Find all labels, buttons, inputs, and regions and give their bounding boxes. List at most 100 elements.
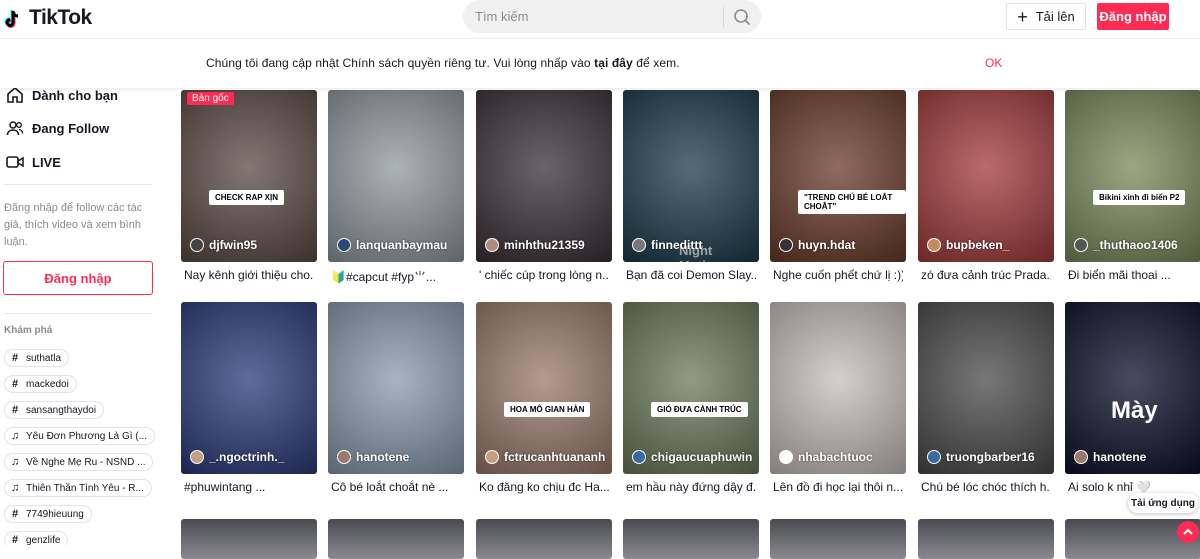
video-caption[interactable]: Cô bé loắt choắt nè ... (331, 480, 461, 494)
video-card[interactable]: GIÓ ĐƯA CÀNH TRÚC chigaucuaphuwin em hầu n… (623, 302, 759, 502)
video-author[interactable]: minhthu21359 (485, 238, 585, 252)
video-thumbnail[interactable]: nhabachtuoc (770, 302, 906, 474)
explore-tag[interactable]: #7749hieuung (4, 505, 92, 523)
video-caption[interactable]: Ai solo k nhỉ 🤍 (1068, 480, 1198, 494)
video-caption[interactable]: 🔰#capcut #fyp⺌... (331, 268, 461, 285)
video-caption[interactable]: ' chiếc cúp trong lòng n... (479, 268, 609, 282)
privacy-link[interactable]: tại đây (594, 56, 633, 70)
video-card[interactable]: lanquanbaymau 🔰#capcut #fyp⺌... (328, 90, 464, 290)
video-thumbnail[interactable] (476, 519, 612, 559)
video-thumbnail[interactable]: GIÓ ĐƯA CÀNH TRÚC chigaucuaphuwin (623, 302, 759, 474)
hashtag-icon: # (11, 378, 19, 390)
author-username: finnedittt (651, 238, 703, 252)
sidebar-divider (4, 184, 152, 185)
video-author[interactable]: truongbarber16 (927, 450, 1035, 464)
video-thumbnail[interactable]: Night Motionfinnedittt (623, 90, 759, 262)
video-thumbnail[interactable]: hanotene (328, 302, 464, 474)
avatar (632, 450, 646, 464)
upload-label: Tải lên (1035, 9, 1075, 24)
video-caption[interactable]: Bạn đã coi Demon Slay... (626, 268, 756, 282)
sidebar-item-live[interactable]: LIVE (6, 153, 61, 171)
video-overlay-text: HOA MÔ GIAN HÀN (504, 402, 591, 417)
explore-tag[interactable]: ♫ Thiên Thần Tình Yêu - R... (4, 479, 152, 497)
login-button[interactable]: Đăng nhập (1097, 3, 1169, 30)
video-card[interactable]: bupbeken_ zó đưa cảnh trúc Prada... (918, 90, 1054, 290)
video-thumbnail[interactable]: minhthu21359 (476, 90, 612, 262)
scroll-top-button[interactable] (1177, 521, 1199, 543)
video-caption[interactable]: Lên đồ đi học lại thôi n... (773, 480, 903, 494)
search-input[interactable] (463, 0, 718, 33)
video-author[interactable]: huyn.hdat (779, 238, 855, 252)
video-thumbnail[interactable] (770, 519, 906, 559)
video-card[interactable]: Night Motionfinnedittt Bạn đã coi Demon S… (623, 90, 759, 290)
video-caption[interactable]: Đi biển mãi thoai ... (1068, 268, 1198, 282)
music-note-icon: ♫ (11, 430, 20, 442)
author-username: nhabachtuoc (798, 450, 873, 464)
video-card[interactable]: "TREND CHÚ BÉ LOẮT CHOẮT" huyn.hdat Nghe c… (770, 90, 906, 290)
get-app-button[interactable]: Tải ứng dụng (1128, 493, 1198, 513)
video-card[interactable]: Bản gốc CHECK RAP XỊN djfwin95 Nay kênh giớ… (181, 90, 317, 290)
video-author[interactable]: hanotene (337, 450, 409, 464)
video-author[interactable]: chigaucuaphuwin (632, 450, 752, 464)
search-button[interactable] (731, 6, 753, 28)
explore-tag[interactable]: # sansangthaydoi (4, 401, 105, 419)
video-thumbnail[interactable]: truongbarber16 (918, 302, 1054, 474)
video-thumbnail[interactable]: Mày hanotene (1065, 302, 1200, 474)
banner-ok-button[interactable]: OK (985, 56, 1002, 70)
video-caption[interactable]: #phuwintang ... (184, 480, 314, 494)
video-overlay-text: GIÓ ĐƯA CÀNH TRÚC (651, 402, 748, 417)
video-card[interactable]: Bikini xinh đi biển P2 _thuthaoo1406 Đi bi… (1065, 90, 1200, 290)
explore-tag[interactable]: # genzlife (4, 531, 69, 545)
video-card[interactable]: Mày hanotene Ai solo k nhỉ 🤍 (1065, 302, 1200, 502)
explore-tag[interactable]: ♫ Về Nghe Mẹ Ru - NSND ... (4, 453, 154, 471)
video-thumbnail[interactable] (918, 519, 1054, 559)
video-author[interactable]: hanotene (1074, 450, 1146, 464)
video-author[interactable]: nhabachtuoc (779, 450, 873, 464)
video-author[interactable]: _thuthaoo1406 (1074, 238, 1178, 252)
video-thumbnail[interactable]: lanquanbaymau (328, 90, 464, 262)
upload-button[interactable]: + Tải lên (1006, 3, 1086, 30)
video-card[interactable]: minhthu21359 ' chiếc cúp trong lòng n... (476, 90, 612, 290)
video-thumbnail[interactable]: Bikini xinh đi biển P2 _thuthaoo1406 (1065, 90, 1200, 262)
video-card[interactable]: truongbarber16 Chú bé lóc chóc thích h... (918, 302, 1054, 502)
video-caption[interactable]: zó đưa cảnh trúc Prada... (921, 268, 1051, 282)
video-card[interactable]: nhabachtuoc Lên đồ đi học lại thôi n... (770, 302, 906, 502)
video-thumbnail[interactable]: "TREND CHÚ BÉ LOẮT CHOẮT" huyn.hdat (770, 90, 906, 262)
explore-tag[interactable]: # suthatla (4, 349, 70, 367)
video-thumbnail[interactable]: Bản gốc CHECK RAP XỊN djfwin95 (181, 90, 317, 262)
tiktok-logo[interactable]: TikTok (4, 6, 92, 30)
author-username: fctrucanhtuananh (504, 450, 606, 464)
hashtag-icon: # (11, 508, 19, 520)
video-caption[interactable]: em hầu này đứng dậy đ... (626, 480, 756, 494)
video-card[interactable]: _.ngoctrinh._ #phuwintang ... (181, 302, 317, 502)
video-caption[interactable]: Ko đăng ko chịu đc Ha... (479, 480, 609, 494)
video-caption[interactable]: Nghe cuốn phết chứ lị :))) (773, 268, 903, 282)
hashtag-icon: # (11, 534, 19, 545)
video-author[interactable]: bupbeken_ (927, 238, 1009, 252)
video-thumbnail[interactable] (181, 519, 317, 559)
video-card[interactable]: HOA MÔ GIAN HÀN fctrucanhtuananh Ko đăng k… (476, 302, 612, 502)
sidebar-login-button[interactable]: Đăng nhập (3, 261, 153, 295)
top-header: TikTok + Tải lên Đăng nhập (0, 0, 1200, 38)
sidebar-item-following[interactable]: Đang Follow (6, 119, 109, 137)
sidebar-item-for-you[interactable]: Dành cho bạn (6, 88, 118, 104)
video-author[interactable]: _.ngoctrinh._ (190, 450, 284, 464)
video-caption[interactable]: Nay kênh giới thiệu cho... (184, 268, 314, 282)
video-thumbnail[interactable] (623, 519, 759, 559)
avatar (632, 238, 646, 252)
video-thumbnail[interactable]: _.ngoctrinh._ (181, 302, 317, 474)
video-card[interactable]: hanotene Cô bé loắt choắt nè ... (328, 302, 464, 502)
video-author[interactable]: finnedittt (632, 238, 702, 252)
video-thumbnail[interactable] (328, 519, 464, 559)
video-thumbnail[interactable]: bupbeken_ (918, 90, 1054, 262)
video-author[interactable]: djfwin95 (190, 238, 257, 252)
explore-tag[interactable]: # mackedoi (4, 375, 77, 393)
explore-tag[interactable]: ♫ Yêu Đơn Phương Là Gì (... (4, 427, 155, 445)
video-thumbnail[interactable]: HOA MÔ GIAN HÀN fctrucanhtuananh (476, 302, 612, 474)
video-author[interactable]: lanquanbaymau (337, 238, 447, 252)
author-username: _.ngoctrinh._ (209, 450, 285, 464)
following-icon (6, 119, 24, 137)
video-author[interactable]: fctrucanhtuananh (485, 450, 605, 464)
home-icon (6, 88, 24, 104)
video-caption[interactable]: Chú bé lóc chóc thích h... (921, 480, 1051, 494)
